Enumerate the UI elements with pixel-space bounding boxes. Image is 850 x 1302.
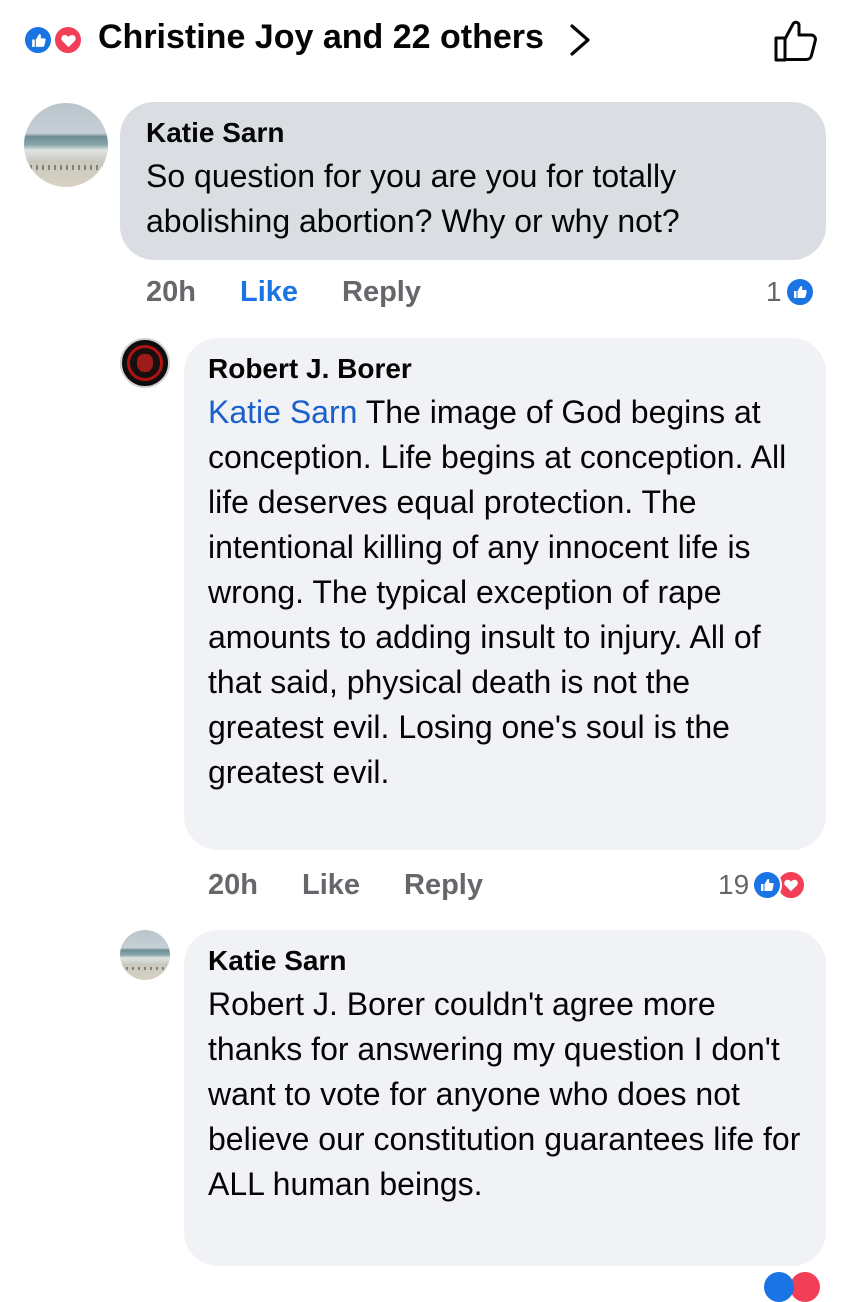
reaction-icons — [22, 24, 90, 56]
avatar-katie-sarn[interactable] — [24, 103, 108, 187]
like-reaction-icon — [22, 24, 54, 56]
like-button[interactable]: Like — [240, 276, 298, 309]
reply-button[interactable]: Reply — [342, 276, 421, 309]
thumbs-up-outline-icon[interactable] — [772, 18, 820, 64]
comment-bubble[interactable]: Katie Sarn So question for you are you f… — [120, 102, 826, 260]
comment-actions: 20h Like Reply — [208, 869, 528, 909]
comment-text: So question for you are you for totally … — [146, 158, 680, 239]
avatar-robert-j-borer[interactable] — [120, 338, 170, 388]
reaction-count-number: 1 — [766, 276, 782, 307]
comment-author[interactable]: Katie Sarn — [208, 944, 802, 978]
like-reaction-icon — [764, 1272, 794, 1302]
comment-bubble[interactable]: Katie Sarn Robert J. Borer couldn't agre… — [184, 930, 826, 1266]
love-reaction-icon — [52, 24, 84, 56]
reactions-header[interactable]: Christine Joy and 22 others — [0, 0, 850, 82]
comment-body: The image of God begins at conception. L… — [208, 394, 787, 790]
comment-timestamp: 20h — [146, 276, 196, 308]
comment-timestamp: 20h — [208, 869, 258, 901]
chevron-right-icon[interactable] — [568, 22, 592, 58]
comment-author[interactable]: Robert J. Borer — [208, 352, 802, 386]
comment-reaction-icons — [764, 1272, 828, 1302]
comment-actions: 20h Like Reply — [146, 276, 466, 316]
comment-text: Katie Sarn The image of God begins at co… — [208, 390, 802, 795]
comment-bubble[interactable]: Robert J. Borer Katie Sarn The image of … — [184, 338, 826, 850]
reaction-count-number: 19 — [718, 869, 750, 900]
comment-text: Robert J. Borer couldn't agree more than… — [208, 986, 801, 1202]
like-reaction-icon — [784, 277, 815, 307]
like-reaction-icon — [752, 870, 783, 900]
comment-reaction-count[interactable]: 1 — [766, 274, 815, 310]
comment-author[interactable]: Katie Sarn — [146, 116, 800, 150]
like-button[interactable]: Like — [302, 869, 360, 902]
reactors-summary[interactable]: Christine Joy and 22 others — [98, 18, 544, 57]
avatar-katie-sarn[interactable] — [120, 930, 170, 980]
reply-button[interactable]: Reply — [404, 869, 483, 902]
mention-link[interactable]: Katie Sarn — [208, 394, 357, 430]
comment-reaction-count[interactable]: 19 — [718, 867, 807, 903]
love-reaction-icon — [790, 1272, 820, 1302]
